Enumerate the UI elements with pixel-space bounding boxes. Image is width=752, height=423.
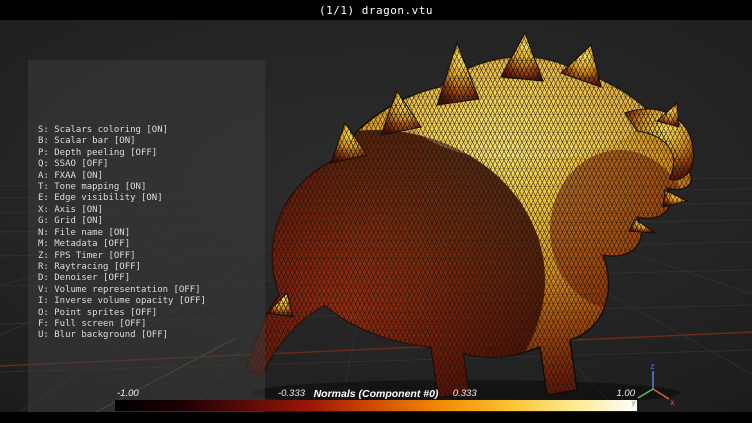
scalar-bar-labels: -1.00 -0.333 Normals (Component #0) 0.33… xyxy=(115,387,637,400)
scalar-bar-tick-low: -0.333 xyxy=(278,388,305,399)
dragon-wireframe xyxy=(247,57,691,397)
scalar-bar-title: Normals (Component #0) xyxy=(314,388,439,400)
orientation-axes-widget: z x y xyxy=(630,362,676,408)
cheatsheet-line: Q: SSAO [OFF] xyxy=(38,159,255,170)
cheatsheet-line: M: Metadata [OFF] xyxy=(38,239,255,250)
y-axis-line xyxy=(638,389,653,398)
cheatsheet-line: P: Depth peeling [OFF] xyxy=(38,148,255,159)
cheatsheet-line: B: Scalar bar [ON] xyxy=(38,136,255,147)
cheatsheet-spacer xyxy=(38,365,255,376)
scalar-bar-gradient xyxy=(115,400,637,411)
cheatsheet-line: N: File name [ON] xyxy=(38,228,255,239)
cheatsheet-line: U: Blur background [OFF] xyxy=(38,330,255,341)
window-title: (1/1) dragon.vtu xyxy=(0,4,752,17)
cheatsheet-panel: S: Scalars coloring [ON]B: Scalar bar [O… xyxy=(28,60,265,423)
cheatsheet-line: S: Scalars coloring [ON] xyxy=(38,125,255,136)
letterbox-bottom xyxy=(0,412,752,423)
scalar-bar-tick-min: -1.00 xyxy=(117,388,139,399)
cheatsheet-line: O: Point sprites [OFF] xyxy=(38,308,255,319)
cheatsheet-line: F: Full screen [OFF] xyxy=(38,319,255,330)
x-axis-label: x xyxy=(670,398,675,407)
scalar-bar: -1.00 -0.333 Normals (Component #0) 0.33… xyxy=(115,387,637,411)
render-viewport[interactable]: S: Scalars coloring [ON]B: Scalar bar [O… xyxy=(0,20,752,412)
cheatsheet-line: D: Denoiser [OFF] xyxy=(38,273,255,284)
cheatsheet-line: T: Tone mapping [ON] xyxy=(38,182,255,193)
cheatsheet-line: G: Grid [ON] xyxy=(38,216,255,227)
cheatsheet-line: A: FXAA [ON] xyxy=(38,171,255,182)
cheatsheet-line: X: Axis [ON] xyxy=(38,205,255,216)
f3d-window: (1/1) dragon.vtu xyxy=(0,0,752,423)
dragon-model xyxy=(225,25,710,405)
cheatsheet-toggles: S: Scalars coloring [ON]B: Scalar bar [O… xyxy=(38,91,255,342)
y-axis-label: y xyxy=(631,398,636,407)
x-axis-line xyxy=(653,389,669,399)
cheatsheet-line: Z: FPS Timer [OFF] xyxy=(38,251,255,262)
cheatsheet-line: E: Edge visibility [ON] xyxy=(38,193,255,204)
cheatsheet-line: R: Raytracing [OFF] xyxy=(38,262,255,273)
cheatsheet-line: V: Volume representation [OFF] xyxy=(38,285,255,296)
scalar-bar-tick-high: 0.333 xyxy=(453,388,477,399)
z-axis-label: z xyxy=(650,362,655,371)
cheatsheet-line: I: Inverse volume opacity [OFF] xyxy=(38,296,255,307)
